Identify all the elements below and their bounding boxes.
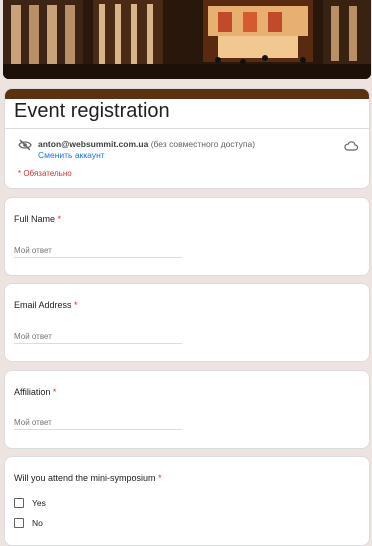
cloud-icon: [344, 141, 358, 151]
switch-account-link[interactable]: Сменить аккаунт: [38, 150, 105, 160]
question-label-mini-symposium: Will you attend the mini-symposium *: [14, 473, 162, 483]
accent-strip: [5, 89, 369, 99]
question-card-full-name: [4, 197, 370, 276]
question-label-full-name: Full Name *: [14, 214, 62, 224]
required-mark: *: [52, 387, 57, 397]
option-label-yes: Yes: [32, 498, 46, 508]
question-card-email: [4, 283, 370, 362]
header-divider: [5, 128, 369, 129]
full-name-input[interactable]: [14, 243, 182, 258]
affiliation-input[interactable]: [14, 415, 182, 430]
required-note: * Обязательно: [18, 169, 72, 178]
required-mark: *: [74, 300, 78, 310]
form-title: Event registration: [14, 100, 170, 122]
question-card-affiliation: [4, 370, 370, 449]
header-banner-image: [3, 0, 371, 79]
account-line: anton@websummit.com.ua (без совместного …: [38, 139, 255, 149]
account-email: anton@websummit.com.ua: [38, 139, 149, 149]
checkbox-no[interactable]: [14, 518, 24, 528]
option-label-no: No: [32, 518, 43, 528]
question-card-mini-symposium: [4, 456, 370, 546]
question-label-email: Email Address *: [14, 300, 78, 310]
email-address-input[interactable]: [14, 329, 182, 344]
eye-off-icon: [18, 139, 32, 151]
account-sharing-note: (без совместного доступа): [150, 139, 256, 149]
required-mark: *: [57, 214, 62, 224]
required-mark: *: [158, 473, 162, 483]
checkbox-yes[interactable]: [14, 498, 24, 508]
question-label-affiliation: Affiliation *: [14, 387, 57, 397]
